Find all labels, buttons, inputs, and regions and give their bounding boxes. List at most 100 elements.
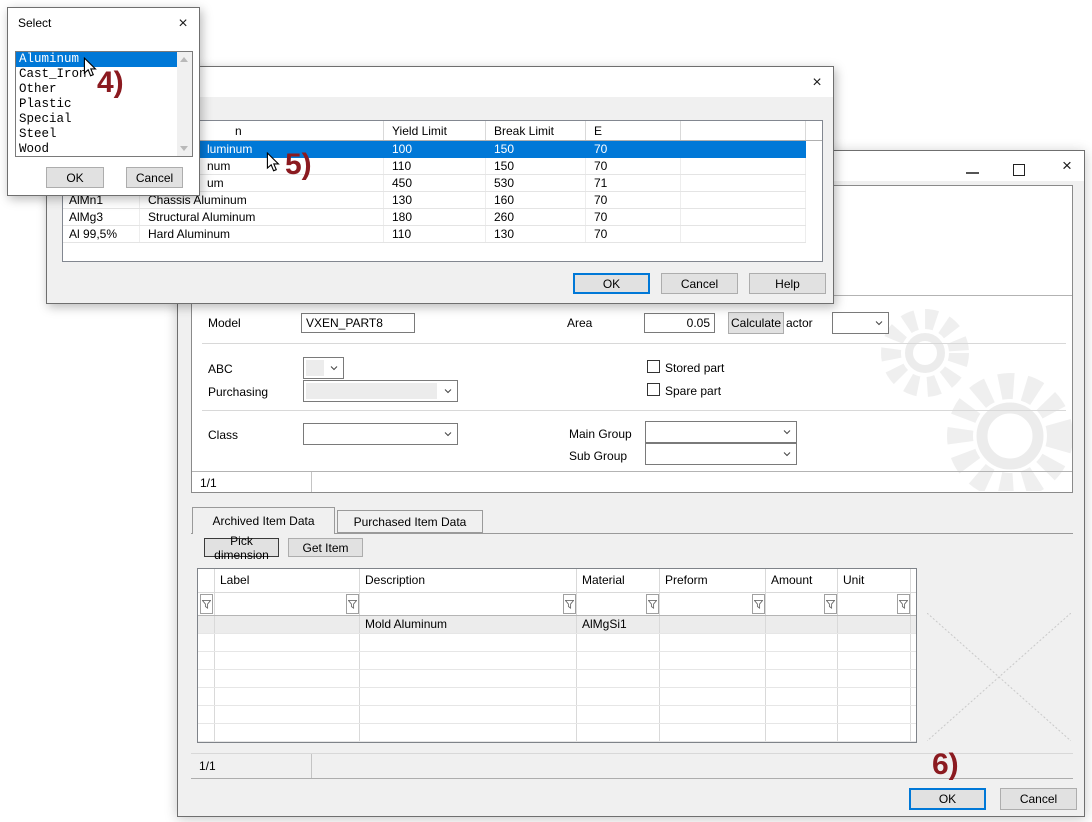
item-cell (660, 652, 766, 669)
item-cell (660, 670, 766, 687)
item-filter-cell[interactable] (766, 593, 838, 615)
main-group-combo[interactable] (645, 421, 797, 443)
get-item-button[interactable]: Get Item (288, 538, 363, 557)
list-item-steel[interactable]: Steel (16, 127, 177, 142)
list-item-special[interactable]: Special (16, 112, 177, 127)
item-row[interactable] (198, 724, 916, 742)
area-input[interactable] (644, 313, 715, 333)
item-row[interactable] (198, 688, 916, 706)
stored-part-label: Stored part (665, 361, 724, 375)
sub-group-combo[interactable] (645, 443, 797, 465)
minimize-icon[interactable] (966, 172, 979, 174)
material-cell-label: Al 99,5% (63, 226, 140, 242)
item-col-header-preform[interactable]: Preform (660, 569, 766, 592)
material-col-e[interactable]: E (586, 121, 681, 140)
item-row[interactable] (198, 634, 916, 652)
item-filter-cell[interactable] (577, 593, 660, 615)
cancel-button[interactable]: Cancel (1000, 788, 1077, 810)
abc-combo[interactable] (303, 357, 344, 379)
cancel-button[interactable]: Cancel (126, 167, 183, 188)
item-filter-cell[interactable] (360, 593, 577, 615)
item-col-header-material[interactable]: Material (577, 569, 660, 592)
item-row[interactable] (198, 706, 916, 724)
item-row[interactable]: Mold AluminumAlMgSi1 (198, 616, 916, 634)
filter-funnel-icon[interactable] (200, 594, 213, 614)
cancel-button[interactable]: Cancel (661, 273, 738, 294)
close-icon[interactable]: × (1057, 156, 1077, 176)
model-input[interactable] (301, 313, 415, 333)
item-row[interactable] (198, 652, 916, 670)
item-cell (215, 634, 360, 651)
material-cell-extra (681, 175, 806, 191)
material-col-extra[interactable] (681, 121, 806, 140)
scrollbar[interactable] (177, 52, 192, 156)
material-row[interactable]: AlMg3Structural Aluminum18026070 (63, 209, 806, 226)
material-col-break-limit[interactable]: Break Limit (486, 121, 586, 140)
item-cell (838, 706, 911, 723)
area-label: Area (567, 316, 592, 330)
item-col-header-unit[interactable]: Unit (838, 569, 911, 592)
close-icon[interactable]: × (173, 14, 193, 34)
item-cell (660, 724, 766, 741)
material-row[interactable]: Al 99,5%Hard Aluminum11013070 (63, 226, 806, 243)
filter-funnel-icon[interactable] (897, 594, 910, 614)
item-filter-cell[interactable] (660, 593, 766, 615)
scroll-down-icon[interactable] (180, 146, 188, 151)
filter-funnel-icon[interactable] (346, 594, 359, 614)
maximize-icon[interactable] (1013, 164, 1025, 176)
screen: × Model Area Calculate actor (0, 0, 1092, 822)
item-cell (360, 670, 577, 687)
item-table-filter-row (198, 592, 916, 616)
material-col-yield-limit[interactable]: Yield Limit (384, 121, 486, 140)
material-cell-e: 70 (586, 192, 681, 208)
tab-purchased-item-data[interactable]: Purchased Item Data (337, 510, 483, 533)
filter-funnel-icon[interactable] (646, 594, 659, 614)
filter-funnel-icon[interactable] (752, 594, 765, 614)
pick-dimension-button[interactable]: Pick dimension (204, 538, 279, 557)
item-filter-cell[interactable] (215, 593, 360, 615)
factor-combo[interactable] (832, 312, 889, 334)
item-col-header-label[interactable]: Label (215, 569, 360, 592)
item-cell (660, 616, 766, 633)
material-cell-e: 70 (586, 209, 681, 225)
item-cell (838, 688, 911, 705)
material-cell-break: 160 (486, 192, 586, 208)
material-cell-yield: 110 (384, 158, 486, 174)
scroll-up-icon[interactable] (180, 57, 188, 62)
material-cell-break: 530 (486, 175, 586, 191)
class-combo[interactable] (303, 423, 458, 445)
item-filter-cell[interactable] (838, 593, 911, 615)
purchasing-combo[interactable] (303, 380, 458, 402)
item-cell (577, 670, 660, 687)
item-col-header-rowselector[interactable] (198, 569, 215, 592)
ok-button[interactable]: OK (573, 273, 650, 294)
ok-button[interactable]: OK (46, 167, 104, 188)
item-col-header-amount[interactable]: Amount (766, 569, 838, 592)
item-cell (577, 688, 660, 705)
filter-funnel-icon[interactable] (824, 594, 837, 614)
item-cell (838, 652, 911, 669)
item-cell (660, 688, 766, 705)
list-item-wood[interactable]: Wood (16, 142, 177, 156)
item-cell (838, 670, 911, 687)
spare-part-checkbox[interactable] (647, 383, 660, 396)
ok-button[interactable]: OK (909, 788, 986, 810)
material-cell-extra (681, 192, 806, 208)
close-icon[interactable]: × (807, 73, 827, 93)
help-button[interactable]: Help (749, 273, 826, 294)
item-col-header-description[interactable]: Description (360, 569, 577, 592)
chevron-down-icon (783, 428, 791, 436)
item-cell: AlMgSi1 (577, 616, 660, 633)
item-cell (360, 688, 577, 705)
item-cell (360, 724, 577, 741)
stored-part-checkbox[interactable] (647, 360, 660, 373)
item-row[interactable] (198, 670, 916, 688)
abc-combo-value (306, 360, 324, 376)
tab-archived-item-data[interactable]: Archived Item Data (192, 507, 335, 534)
calculate-button[interactable]: Calculate (728, 312, 784, 334)
material-cell-break: 130 (486, 226, 586, 242)
item-filter-cell[interactable] (198, 593, 215, 615)
filter-funnel-icon[interactable] (563, 594, 576, 614)
divider (202, 410, 1066, 411)
material-cell-yield: 110 (384, 226, 486, 242)
